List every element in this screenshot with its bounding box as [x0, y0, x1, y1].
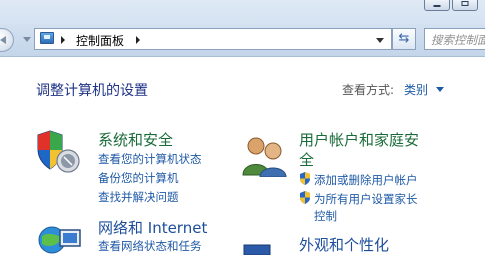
back-button[interactable]: [0, 28, 14, 52]
breadcrumb-arrow-icon[interactable]: [61, 36, 65, 44]
breadcrumb-arrow-icon[interactable]: [136, 36, 140, 44]
category-network-internet[interactable]: 网络和 Internet: [98, 217, 207, 238]
category-appearance[interactable]: 外观和个性化: [299, 234, 389, 255]
link-view-network-status[interactable]: 查看网络状态和任务: [98, 238, 202, 254]
view-by-dropdown[interactable]: 类别: [404, 81, 428, 98]
link-parental-controls[interactable]: 为所有用户设置家长: [314, 191, 418, 207]
category-user-accounts[interactable]: 用户帐户和家庭安: [299, 129, 419, 150]
refresh-button[interactable]: ⇆: [392, 28, 416, 50]
network-icon[interactable]: [38, 220, 84, 256]
recent-pages-dropdown-icon[interactable]: [23, 37, 31, 42]
minimize-button[interactable]: [424, 0, 450, 11]
link-parental-controls-continued[interactable]: 控制: [314, 208, 337, 224]
shield-icon[interactable]: [36, 129, 84, 173]
address-bar[interactable]: 控制面板: [34, 28, 392, 50]
link-backup-computer[interactable]: 备份您的计算机: [98, 170, 179, 186]
refresh-icon: ⇆: [398, 31, 410, 46]
security-shield-icon: [300, 172, 310, 185]
breadcrumb-control-panel[interactable]: 控制面板: [76, 32, 124, 49]
view-by-label: 查看方式:: [342, 83, 395, 97]
users-icon[interactable]: [240, 135, 290, 177]
control-panel-content: 调整计算机的设置 查看方式: 类别 系统和安全 查看您的计算机状态 备份您的计算…: [0, 57, 485, 255]
navigation-bar: 控制面板 ⇆ 搜索控制面: [0, 24, 485, 57]
security-shield-icon: [300, 191, 310, 204]
chevron-down-icon[interactable]: [436, 87, 444, 92]
maximize-icon: [461, 1, 469, 6]
link-add-remove-accounts[interactable]: 添加或删除用户帐户: [314, 172, 418, 188]
maximize-button[interactable]: [452, 0, 478, 11]
search-input[interactable]: 搜索控制面: [424, 28, 485, 50]
page-title: 调整计算机的设置: [36, 83, 148, 99]
title-bar: [0, 0, 485, 24]
category-user-accounts-continued[interactable]: 全: [299, 149, 314, 170]
appearance-icon[interactable]: [242, 243, 272, 255]
address-dropdown-icon[interactable]: [376, 38, 384, 43]
control-panel-icon: [40, 32, 54, 44]
link-view-computer-status[interactable]: 查看您的计算机状态: [98, 151, 202, 167]
link-troubleshoot[interactable]: 查找并解决问题: [98, 189, 179, 205]
category-system-security[interactable]: 系统和安全: [98, 129, 173, 150]
minimize-icon: [433, 5, 441, 7]
